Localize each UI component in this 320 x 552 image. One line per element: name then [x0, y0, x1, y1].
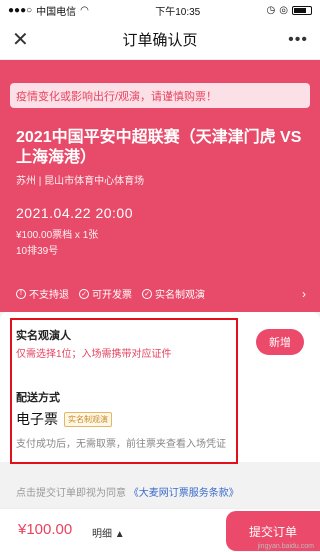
seat-number: 10排39号 — [16, 246, 59, 257]
nav-bar: ✕ 订单确认页 ••• — [0, 20, 320, 60]
ticket-features[interactable]: ! 不支持退 ✓ 可开发票 ✓ 实名制观演 › — [16, 286, 306, 301]
check-icon: ✓ — [142, 288, 152, 299]
epidemic-notice: 疫情变化或影响出行/观演，请谨慎购票！ — [10, 83, 310, 108]
signal-icon: ●●●○ — [8, 4, 33, 16]
event-title: 2021中国平安中超联赛（天津津门虎 VS 上海海港） — [16, 129, 302, 166]
delivery-desc: 支付成功后，无需取票，前往票夹查看入场凭证 — [16, 439, 226, 450]
detail-toggle[interactable]: 明细 ▲ — [92, 525, 125, 540]
carrier-label: 中国电信 — [36, 6, 77, 18]
caret-up-icon: ▲ — [114, 529, 125, 540]
agreement-text: 点击提交订单即视为同意 《大麦网订票服务条款》 — [16, 488, 239, 499]
bottom-bar: ¥100.00 明细 ▲ 提交订单 jingyan.baidu.com — [0, 508, 320, 552]
ticket-price-line: ¥100.00票档 x 1张 — [16, 230, 99, 241]
feature-no-refund: ! 不支持退 — [16, 286, 69, 301]
add-audience-button[interactable]: 新增 — [256, 329, 304, 355]
delivery-method-name: 电子票 — [16, 411, 58, 427]
chevron-right-icon[interactable]: › — [302, 287, 306, 301]
battery-icon — [292, 5, 312, 15]
more-icon[interactable]: ••• — [284, 31, 308, 49]
audience-label: 实名观演人 — [16, 330, 71, 342]
real-name-tag: 实名制观演 — [64, 411, 112, 427]
feature-real-name: ✓ 实名制观演 — [142, 286, 205, 301]
page-title: 订单确认页 — [122, 32, 198, 49]
order-details-card: 实名观演人 仅需选择1位；入场需携带对应证件 新增 配送方式 电子票 实名制观演… — [0, 312, 320, 464]
check-icon: ✓ — [79, 288, 89, 299]
event-header: 疫情变化或影响出行/观演，请谨慎购票！ 2021中国平安中超联赛（天津津门虎 V… — [0, 60, 320, 312]
wifi-icon: ◠ — [80, 4, 89, 16]
info-icon: ! — [16, 288, 26, 299]
feature-invoice: ✓ 可开发票 — [79, 286, 132, 301]
total-price: ¥100.00 — [18, 521, 73, 538]
status-bar: ●●●○ 中国电信 ◠ 下午10:35 ◷ ◎ — [0, 0, 320, 20]
terms-link[interactable]: 《大麦网订票服务条款》 — [129, 488, 239, 499]
audience-hint: 仅需选择1位；入场需携带对应证件 — [16, 349, 172, 360]
status-time: 下午10:35 — [155, 6, 201, 18]
event-venue: 苏州 | 昆山市体育中心体育场 — [16, 176, 145, 187]
delivery-label: 配送方式 — [16, 392, 60, 404]
alarm-icon: ◷ — [266, 4, 276, 16]
watermark: jingyan.baidu.com — [257, 543, 314, 550]
delivery-method: 电子票 实名制观演 — [16, 409, 112, 429]
close-icon[interactable]: ✕ — [12, 27, 36, 52]
lock-rotation-icon: ◎ — [279, 4, 288, 16]
event-datetime: 2021.04.22 20:00 — [16, 205, 133, 221]
